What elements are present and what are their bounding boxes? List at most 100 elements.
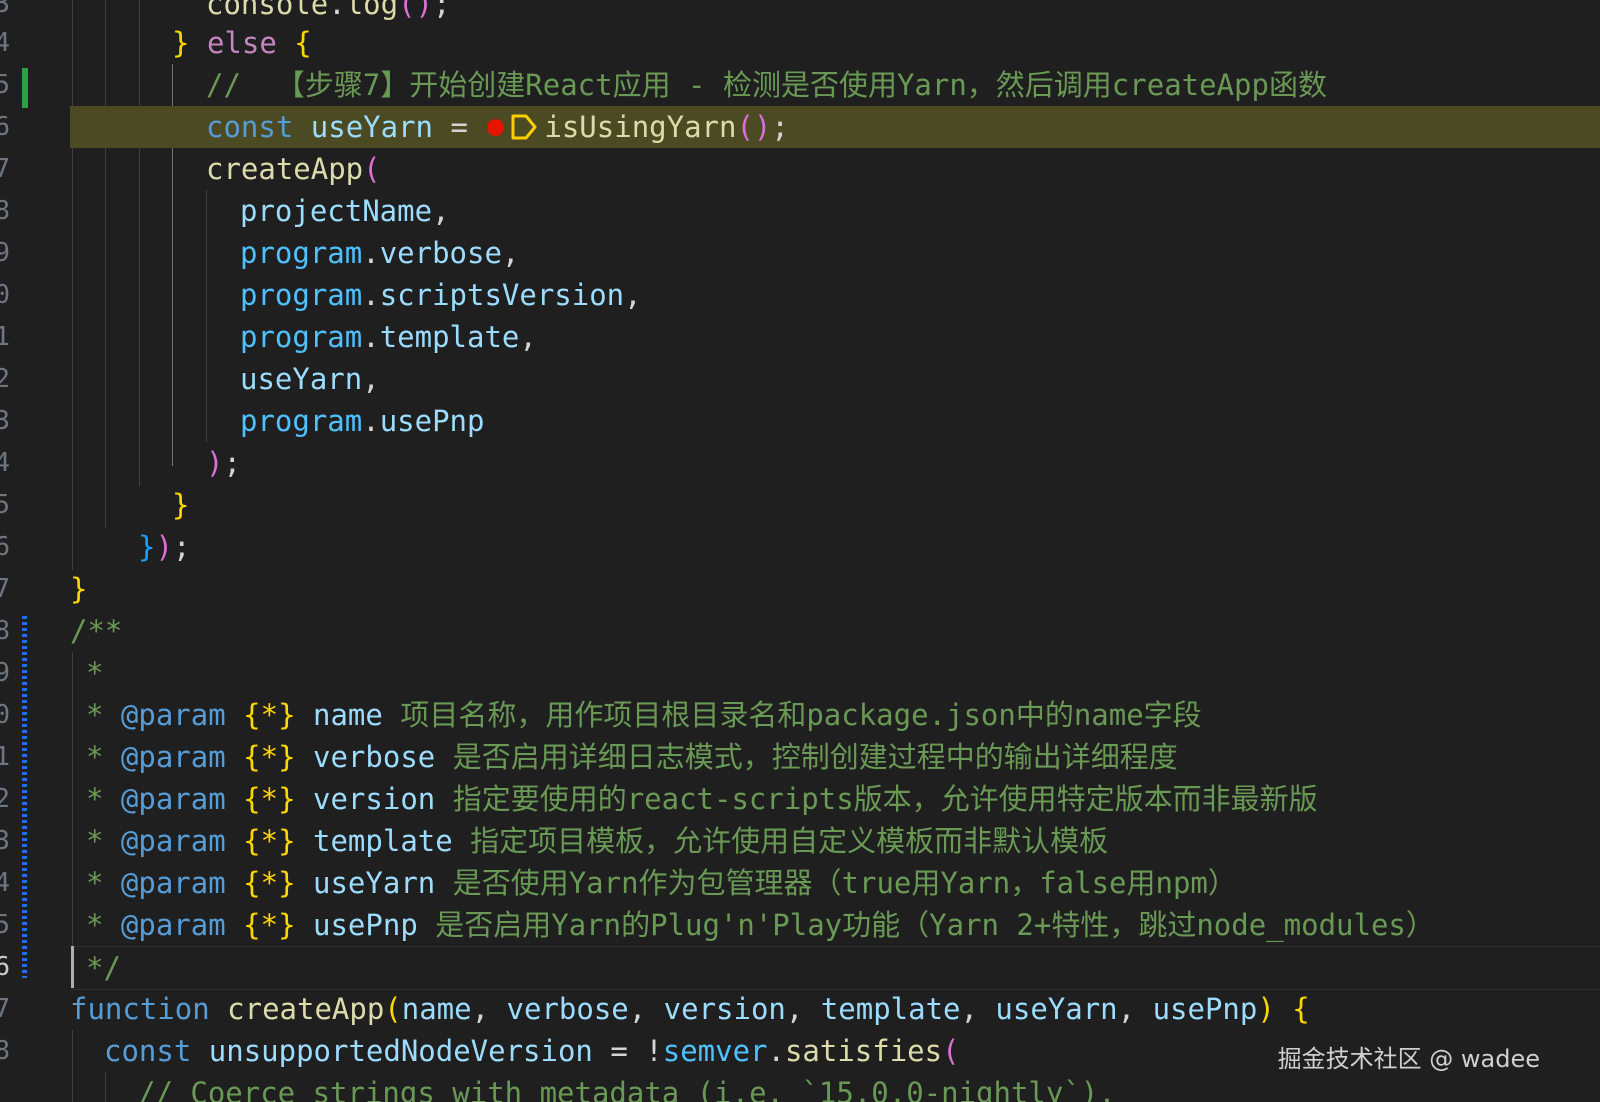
token: const — [206, 110, 294, 144]
jsdoc-description: 是否启用详细日志模式，控制创建过程中的输出详细程度 — [435, 740, 1178, 774]
line-number: 8 — [0, 616, 10, 646]
token: template — [820, 992, 961, 1026]
jsdoc-description: 指定要使用的react-scripts版本，允许使用特定版本而非最新版 — [435, 782, 1318, 816]
token: template — [379, 320, 520, 354]
code-editor[interactable]: 3 4 5 6 7 8 9 0 1 2 3 4 5 6 7 8 9 0 1 2 … — [0, 0, 1600, 1102]
line-number: 5 — [0, 490, 10, 520]
breakpoint-icon[interactable] — [487, 118, 505, 136]
token: = ! — [592, 1034, 663, 1068]
code-line[interactable]: program.verbose, — [70, 232, 1600, 274]
code-line[interactable]: } — [70, 568, 1600, 610]
jsdoc-param-name: useYarn — [313, 866, 436, 900]
token: usePnp — [1152, 992, 1258, 1026]
code-line[interactable]: * — [70, 652, 1600, 694]
jsdoc-description: 项目名称，用作项目根目录名和package.json中的name字段 — [382, 698, 1202, 732]
token: ) — [155, 530, 173, 564]
git-modified-indicator[interactable] — [22, 616, 27, 978]
code-line[interactable]: // Coerce strings with metadata (i.e. `1… — [70, 1072, 1600, 1102]
token: ( — [384, 992, 402, 1026]
code-line-current[interactable]: */ — [70, 946, 1600, 990]
jsdoc-type: {*} — [243, 908, 296, 942]
code-line[interactable]: } — [70, 484, 1600, 526]
code-line[interactable]: useYarn, — [70, 358, 1600, 400]
debug-stop-arrow-icon — [510, 112, 538, 142]
code-line[interactable]: * @param {*} name 项目名称，用作项目根目录名和package.… — [70, 694, 1600, 736]
code-line-debug-current[interactable]: const useYarn = isUsingYarn(); — [70, 106, 1600, 148]
code-line[interactable]: projectName, — [70, 190, 1600, 232]
code-line[interactable]: createApp( — [70, 148, 1600, 190]
line-number: 2 — [0, 784, 10, 814]
line-number: 9 — [0, 658, 10, 688]
token: name — [401, 992, 472, 1026]
watermark: 掘金技术社区 @ wadee — [1277, 1045, 1540, 1073]
line-number: 7 — [0, 574, 10, 604]
token: program — [240, 236, 363, 270]
token: { — [1292, 992, 1310, 1026]
code-line[interactable]: } else { — [70, 22, 1600, 64]
code-line[interactable]: }); — [70, 526, 1600, 568]
token: . — [362, 404, 380, 438]
code-line[interactable]: * @param {*} useYarn 是否使用Yarn作为包管理器（true… — [70, 862, 1600, 904]
line-number: 3 — [0, 826, 10, 856]
token: . — [328, 0, 346, 21]
token: } — [172, 26, 190, 60]
code-line[interactable]: * @param {*} template 指定项目模板，允许使用自定义模板而非… — [70, 820, 1600, 862]
code-line[interactable]: program.template, — [70, 316, 1600, 358]
code-line[interactable]: * @param {*} verbose 是否启用详细日志模式，控制创建过程中的… — [70, 736, 1600, 778]
code-line[interactable]: * @param {*} usePnp 是否启用Yarn的Plug'n'Play… — [70, 904, 1600, 946]
code-line[interactable]: function createApp(name, verbose, versio… — [70, 988, 1600, 1030]
token: program — [240, 278, 363, 312]
line-number: 0 — [0, 280, 10, 310]
token: unsupportedNodeVersion — [208, 1034, 593, 1068]
code-line[interactable]: // 【步骤7】开始创建React应用 - 检测是否使用Yarn，然后调用cre… — [70, 64, 1600, 106]
jsdoc-comment: /** — [70, 614, 123, 648]
token: ( — [398, 0, 416, 21]
token: , — [624, 278, 642, 312]
token: ( — [736, 110, 754, 144]
code-line[interactable]: program.scriptsVersion, — [70, 274, 1600, 316]
line-number: 5 — [0, 70, 10, 100]
token: console — [206, 0, 329, 21]
token: ; — [223, 446, 241, 480]
token: * — [86, 782, 121, 816]
token: projectName — [240, 194, 433, 228]
jsdoc-type: {*} — [243, 866, 296, 900]
code-line[interactable]: /** — [70, 610, 1600, 652]
token: ) — [415, 0, 434, 21]
code-line[interactable]: * @param {*} version 指定要使用的react-scripts… — [70, 778, 1600, 820]
code-line[interactable]: program.usePnp — [70, 400, 1600, 442]
token: } — [172, 488, 190, 522]
token: ; — [771, 110, 789, 144]
token: ) — [1257, 992, 1275, 1026]
git-added-indicator[interactable] — [22, 68, 28, 108]
line-number: 2 — [0, 364, 10, 394]
token: . — [362, 278, 380, 312]
token: = — [433, 110, 486, 144]
token: satisfies — [784, 1034, 943, 1068]
token: semver — [662, 1034, 768, 1068]
code-line[interactable]: ); — [70, 442, 1600, 484]
line-number: 3 — [0, 406, 10, 436]
token: . — [362, 236, 380, 270]
line-number-gutter[interactable]: 3 4 5 6 7 8 9 0 1 2 3 4 5 6 7 8 9 0 1 2 … — [0, 0, 60, 1102]
comment: // 【步骤7】开始创建React应用 - 检测是否使用Yarn，然后调用cre… — [206, 68, 1327, 102]
token: verbose — [506, 992, 629, 1026]
jsdoc-description: 是否使用Yarn作为包管理器（true用Yarn，false用npm） — [435, 866, 1237, 900]
jsdoc-tag: @param — [120, 908, 226, 942]
jsdoc-param-name: version — [313, 782, 436, 816]
token: . — [767, 1034, 785, 1068]
token: * — [86, 866, 121, 900]
jsdoc-param-name: name — [313, 698, 383, 732]
token: scriptsVersion — [379, 278, 625, 312]
line-number: 8 — [0, 1036, 10, 1066]
token: version — [663, 992, 786, 1026]
line-number: 0 — [0, 700, 10, 730]
